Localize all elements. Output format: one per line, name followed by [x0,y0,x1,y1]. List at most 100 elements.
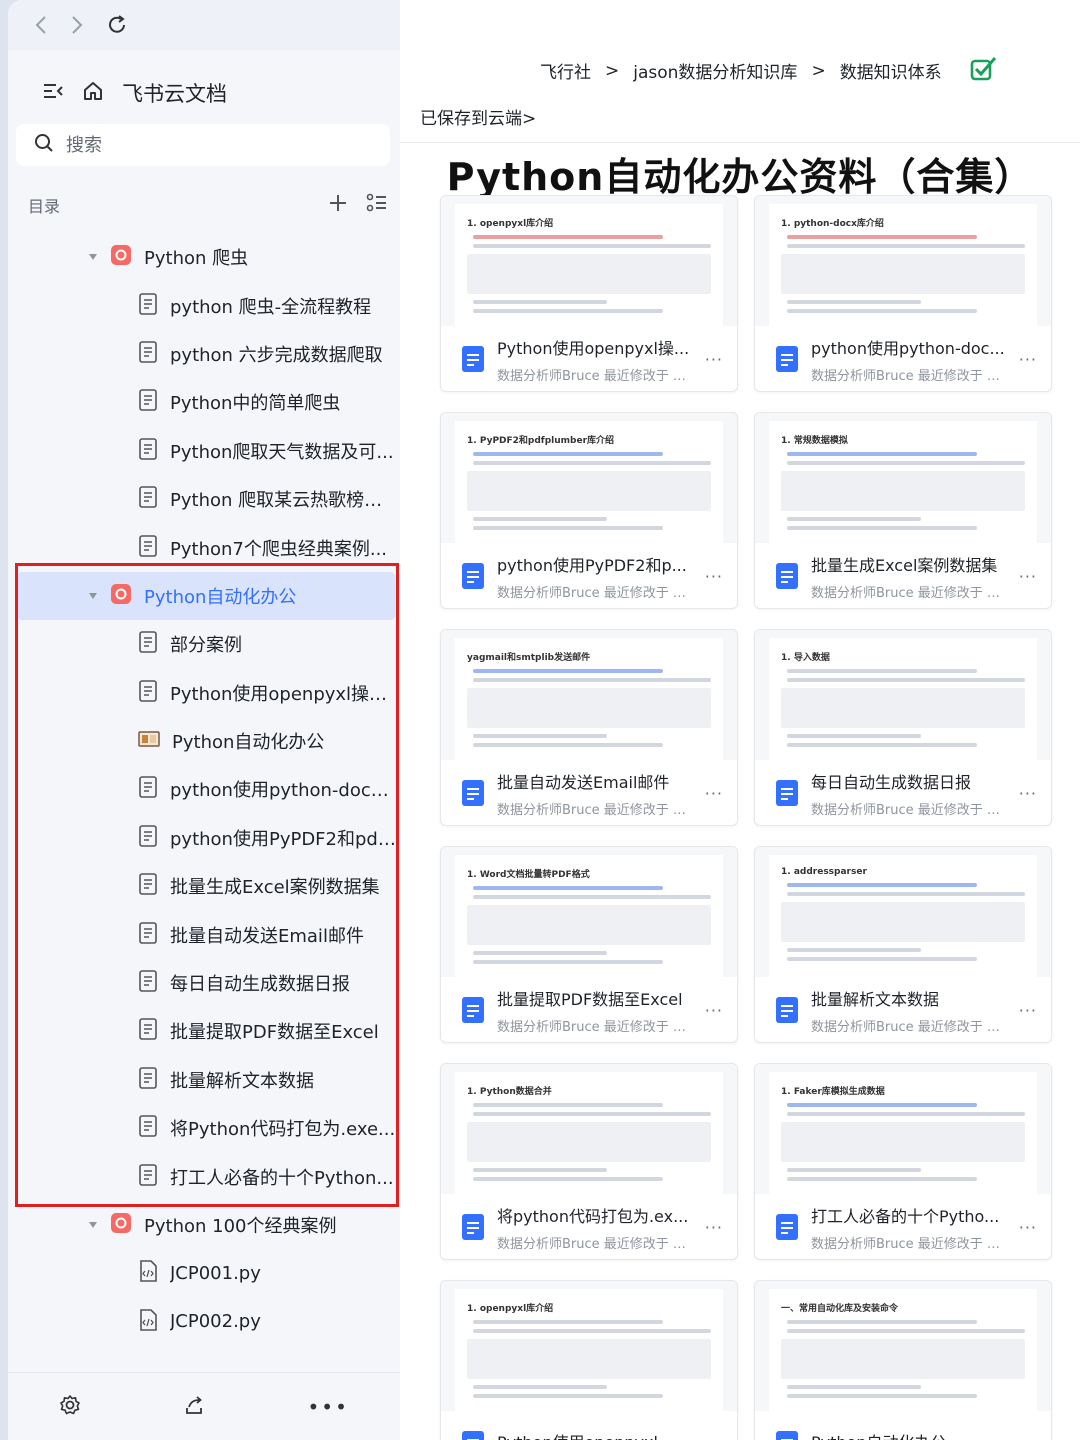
toc-doc-item[interactable]: Python 爬取某云热歌榜歌... [16,475,396,523]
forward-icon[interactable] [70,14,84,36]
card-meta: 数据分析师Bruce 最近修改于 今... [497,1019,695,1035]
card-title[interactable]: Python自动化办公 [811,1429,1009,1440]
breadcrumb-item[interactable]: 数据知识体系 [840,58,942,83]
card-more-icon[interactable]: ··· [1019,784,1037,803]
doc-icon [776,346,798,372]
card-title[interactable]: Python使用openpyxl... [497,1429,695,1440]
document-card[interactable]: 1. Python数据合并 将python代码打包为.ex... 数据分析师Bruc… [440,1063,738,1260]
search-input[interactable] [66,134,366,156]
toc-folder-item[interactable]: Python 100个经典案例 [16,1201,396,1249]
document-card[interactable]: 1. python-docx库介绍 python使用python-doc... 数据… [754,195,1052,392]
document-card[interactable]: 1. openpyxl库介绍 Python使用openpyxl... ··· [440,1280,738,1440]
card-more-icon[interactable]: ··· [1019,1435,1037,1440]
list-options-icon[interactable] [366,193,388,217]
settings-icon[interactable] [59,1394,81,1420]
preview-text-line [473,244,711,248]
sidebar-bottom-bar: ••• [8,1372,400,1440]
refresh-icon[interactable] [106,14,128,36]
card-preview: 1. addressparser [755,847,1051,977]
toc-item-label: Python中的简单爬虫 [170,393,341,415]
doc-icon [776,563,798,589]
preview-text-line [787,517,922,521]
card-preview: 1. Python数据合并 [441,1064,737,1194]
home-icon[interactable] [82,80,104,106]
card-more-icon[interactable]: ··· [705,1218,723,1237]
card-more-icon[interactable]: ··· [1019,350,1037,369]
card-more-icon[interactable]: ··· [705,567,723,586]
document-card[interactable]: 1. 导入数据 每日自动生成数据日报 数据分析师Bruce 最近修改于 今... ··… [754,629,1052,826]
folder-icon [110,244,132,270]
back-icon[interactable] [34,14,48,36]
card-title[interactable]: 每日自动生成数据日报 [811,769,1009,793]
preview-text-line [787,1329,1025,1333]
checkbox-icon[interactable] [970,55,998,86]
brand-title[interactable]: 飞书云文档 [122,78,227,108]
document-card[interactable]: 1. PyPDF2和pdfplumber库介绍 python使用PyPDF2和p.… [440,412,738,609]
app-window: 飞书云文档 目录 Python 爬虫 python 爬虫-全流程教程 python … [8,0,1080,1440]
card-more-icon[interactable]: ··· [705,1001,723,1020]
caret-down-icon[interactable] [88,252,98,262]
document-card[interactable]: 1. openpyxl库介绍 Python使用openpyxl操... 数据分析师B… [440,195,738,392]
toc-doc-item[interactable]: Python中的简单爬虫 [16,378,396,426]
document-card[interactable]: 1. addressparser 批量解析文本数据 数据分析师Bruce 最近修改于… [754,846,1052,1043]
toc-doc-item[interactable]: JCP002.py [16,1298,396,1346]
preview-text-line [473,1103,664,1107]
card-title[interactable]: 打工人必备的十个Pytho... [811,1203,1009,1227]
preview-code-block [781,471,1025,511]
toc-doc-item[interactable]: python 六步完成数据爬取 [16,330,396,378]
doc-icon [776,780,798,806]
preview-text-line [473,300,608,304]
preview-text-line [787,244,1025,248]
doc-icon [462,780,484,806]
breadcrumb-item[interactable]: 飞行社 [540,58,591,83]
preview-page: 1. Python数据合并 [455,1072,723,1194]
preview-text-line [473,951,608,955]
card-footer: 每日自动生成数据日报 数据分析师Bruce 最近修改于 今... ··· [755,760,1051,825]
preview-heading: 1. addressparser [781,867,867,877]
preview-text-line [473,517,608,521]
collapse-sidebar-icon[interactable] [42,81,64,105]
card-more-icon[interactable]: ··· [1019,567,1037,586]
toc-item-label: Python 100个经典案例 [144,1216,337,1237]
card-title[interactable]: 批量自动发送Email邮件 [497,769,695,793]
document-card[interactable]: yagmail和smtplib发送邮件 批量自动发送Email邮件 数据分析师Bru… [440,629,738,826]
preview-text-line [473,1320,664,1324]
card-preview: 1. Word文档批量转PDF格式 [441,847,737,977]
toc-folder-item[interactable]: Python 爬虫 [16,233,396,281]
document-card[interactable]: 1. Faker库模拟生成数据 打工人必备的十个Pytho... 数据分析师Bruc… [754,1063,1052,1260]
card-title[interactable]: Python使用openpyxl操... [497,335,695,359]
preview-text-line [473,678,711,682]
toc-doc-item[interactable]: JCP001.py [16,1249,396,1297]
card-title[interactable]: python使用python-doc... [811,335,1009,359]
card-more-icon[interactable]: ··· [1019,1001,1037,1020]
more-options-icon[interactable]: ••• [308,1395,349,1419]
card-more-icon[interactable]: ··· [705,784,723,803]
card-more-icon[interactable]: ··· [1019,1218,1037,1237]
card-footer: Python使用openpyxl... ··· [441,1411,737,1440]
toc-doc-item[interactable]: python 爬虫-全流程教程 [16,281,396,329]
card-title[interactable]: 批量生成Excel案例数据集 [811,552,1009,576]
doc-icon [138,534,158,561]
card-title[interactable]: 批量解析文本数据 [811,986,1009,1010]
preview-text-line [787,1320,978,1324]
card-title[interactable]: 批量提取PDF数据至Excel [497,986,695,1010]
add-icon[interactable] [328,193,348,217]
share-icon[interactable] [183,1394,205,1420]
search-box[interactable] [16,124,390,166]
document-card[interactable]: 1. 常规数据模拟 批量生成Excel案例数据集 数据分析师Bruce 最近修改于 … [754,412,1052,609]
save-status[interactable]: 已保存到云端> [420,104,536,129]
card-title[interactable]: 将python代码打包为.ex... [497,1203,695,1227]
preview-heading: 1. Faker库模拟生成数据 [781,1087,885,1097]
card-title[interactable]: python使用PyPDF2和p... [497,552,695,576]
document-card[interactable]: 一、常用自动化库及安装命令 Python自动化办公 ··· [754,1280,1052,1440]
breadcrumb-item[interactable]: jason数据分析知识库 [633,58,797,83]
card-meta: 数据分析师Bruce 最近修改于 今... [811,585,1009,601]
card-more-icon[interactable]: ··· [705,1435,723,1440]
preview-text-line [787,452,978,456]
card-more-icon[interactable]: ··· [705,350,723,369]
preview-heading: 1. python-docx库介绍 [781,219,884,229]
toc-doc-item[interactable]: Python爬取天气数据及可... [16,427,396,475]
preview-page: 1. python-docx库介绍 [769,204,1037,326]
caret-down-icon[interactable] [88,1220,98,1230]
document-card[interactable]: 1. Word文档批量转PDF格式批量提取PDF数据至Excel 数据分析师Bru… [440,846,738,1043]
